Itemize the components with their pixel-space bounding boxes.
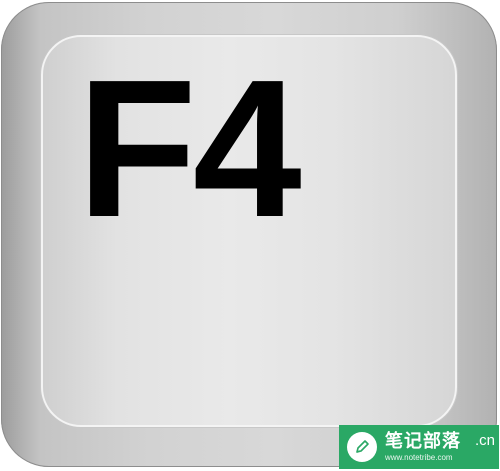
- key-top-face: F4: [41, 35, 457, 427]
- watermark-title: 笔记部落: [385, 430, 461, 452]
- key-label: F4: [77, 39, 302, 258]
- key-outer-bevel: F4: [1, 2, 497, 467]
- watermark-text: 笔记部落 www.notetribe.com: [385, 430, 461, 462]
- watermark-suffix: .cn: [474, 432, 495, 449]
- watermark: 笔记部落 www.notetribe.com .cn: [339, 425, 499, 469]
- keyboard-key-illustration: F4 笔记部落 www.notetribe.com .cn: [0, 0, 500, 471]
- watermark-url: www.notetribe.com: [385, 452, 453, 462]
- pencil-icon: [347, 432, 377, 462]
